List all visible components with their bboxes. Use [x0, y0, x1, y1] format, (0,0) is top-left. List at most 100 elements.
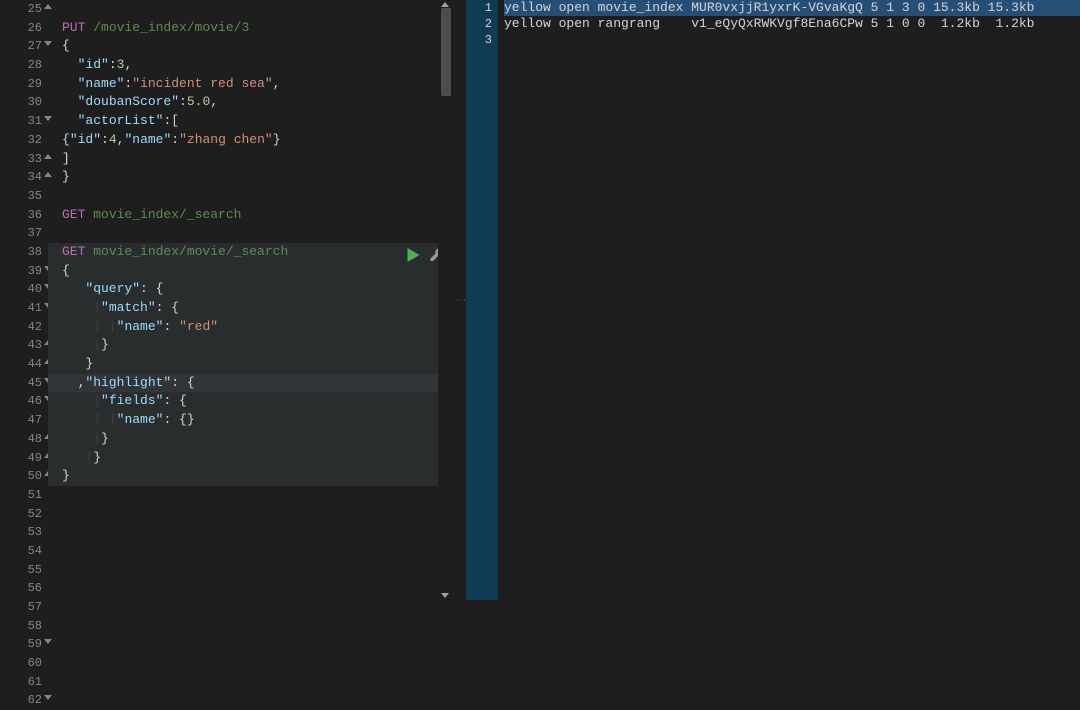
code-line[interactable] — [48, 542, 452, 561]
code-line[interactable]: "doubanScore":5.0, — [48, 93, 452, 112]
code-token: "id" — [70, 132, 101, 147]
line-number: 26 — [0, 19, 42, 38]
code-token: } — [101, 337, 109, 352]
code-token — [62, 76, 78, 91]
code-line[interactable]: |} — [48, 449, 452, 468]
code-editor[interactable]: PUT /movie_index/movie/3{ "id":3, "name"… — [48, 0, 452, 600]
code-token: "query" — [85, 281, 140, 296]
line-number: 28 — [0, 56, 42, 75]
code-line[interactable] — [48, 579, 452, 598]
line-number: 31 — [0, 112, 42, 131]
code-line[interactable]: GET movie_index/movie/_search — [48, 243, 452, 262]
output-line[interactable]: yellow open movie_index MUR0vxjjR1yxrK-V… — [504, 0, 1080, 16]
code-token: "red" — [179, 319, 218, 334]
code-token — [62, 431, 93, 446]
code-line[interactable]: { — [48, 262, 452, 281]
code-line[interactable]: "actorList":[ — [48, 112, 452, 131]
code-token: } — [273, 132, 281, 147]
code-line[interactable] — [48, 224, 452, 243]
scroll-down-icon[interactable] — [441, 593, 449, 598]
line-number: 51 — [0, 486, 42, 505]
code-token: "name" — [117, 319, 164, 334]
code-line[interactable]: } — [48, 355, 452, 374]
code-token — [62, 113, 78, 128]
code-line[interactable]: ] — [48, 150, 452, 169]
code-token — [62, 412, 93, 427]
code-line[interactable] — [48, 0, 452, 19]
code-line[interactable]: |"fields": { — [48, 392, 452, 411]
code-line[interactable]: "query": { — [48, 280, 452, 299]
code-token: "fields" — [101, 393, 163, 408]
code-token: : { — [171, 375, 194, 390]
code-line[interactable]: "id":3, — [48, 56, 452, 75]
line-number: 54 — [0, 542, 42, 561]
run-query-icon[interactable] — [407, 248, 420, 262]
output-line[interactable] — [504, 32, 1080, 48]
line-number: 29 — [0, 75, 42, 94]
drag-dots-icon: ⋮ — [457, 295, 461, 306]
line-number: 58 — [0, 617, 42, 636]
code-token — [62, 337, 93, 352]
code-token: { — [62, 132, 70, 147]
code-token: : { — [163, 393, 186, 408]
code-token: , — [273, 76, 281, 91]
line-number: 57 — [0, 598, 42, 617]
line-number: 33 — [0, 150, 42, 169]
code-token: GET — [62, 207, 93, 222]
line-number: 56 — [0, 579, 42, 598]
fold-open-icon[interactable] — [44, 639, 52, 644]
code-token: } — [93, 450, 101, 465]
code-token: } — [101, 431, 109, 446]
code-token — [62, 450, 85, 465]
code-token: "match" — [101, 300, 156, 315]
code-token: } — [62, 169, 70, 184]
code-token: 4 — [109, 132, 117, 147]
code-line[interactable]: | |"name": {} — [48, 411, 452, 430]
fold-open-icon[interactable] — [44, 695, 52, 700]
code-token: : — [101, 132, 109, 147]
code-token: | — [93, 319, 109, 334]
line-number: 62 — [0, 691, 42, 710]
code-token: "name" — [78, 76, 125, 91]
code-line[interactable] — [48, 561, 452, 580]
code-line[interactable]: PUT /movie_index/movie/3 — [48, 19, 452, 38]
code-line[interactable]: } — [48, 467, 452, 486]
code-line[interactable] — [48, 523, 452, 542]
code-line[interactable]: |} — [48, 336, 452, 355]
editor-left-pane: 2526272829303132333435363738394041424344… — [0, 0, 452, 600]
code-line[interactable]: |"match": { — [48, 299, 452, 318]
code-line[interactable]: |} — [48, 430, 452, 449]
code-line[interactable]: | |"name": "red" — [48, 318, 452, 337]
output-right-pane: 123 yellow open movie_index MUR0vxjjR1yx… — [466, 0, 1080, 600]
code-token — [62, 393, 93, 408]
code-token: } — [62, 356, 93, 371]
code-line[interactable] — [48, 505, 452, 524]
scroll-thumb[interactable] — [441, 8, 451, 96]
code-token: : — [163, 319, 179, 334]
scrollbar-vertical[interactable] — [438, 0, 452, 600]
code-token: PUT — [62, 20, 93, 35]
code-token: : — [171, 132, 179, 147]
code-line[interactable]: "name":"incident red sea", — [48, 75, 452, 94]
code-token: GET — [62, 244, 93, 259]
code-line[interactable] — [48, 486, 452, 505]
pane-divider[interactable]: ⋮ — [452, 0, 466, 600]
code-line[interactable]: {"id":4,"name":"zhang chen"} — [48, 131, 452, 150]
output-area[interactable]: yellow open movie_index MUR0vxjjR1yxrK-V… — [498, 0, 1080, 600]
code-token: ] — [62, 151, 70, 166]
output-line-gutter: 123 — [466, 0, 498, 600]
code-line[interactable]: ,"highlight": { — [48, 374, 452, 393]
code-line[interactable]: { — [48, 37, 452, 56]
line-number: 36 — [0, 206, 42, 225]
code-line[interactable]: } — [48, 168, 452, 187]
code-line[interactable]: GET movie_index/_search — [48, 206, 452, 225]
output-line[interactable]: yellow open rangrang v1_eQyQxRWKVgf8Ena6… — [504, 16, 1080, 32]
code-line[interactable] — [48, 187, 452, 206]
scroll-up-icon[interactable] — [441, 2, 449, 7]
line-number: 49 — [0, 449, 42, 468]
line-number: 59 — [0, 635, 42, 654]
line-number: 35 — [0, 187, 42, 206]
code-token: : — [109, 57, 117, 72]
code-token: :[ — [163, 113, 179, 128]
code-token: 5.0 — [187, 94, 210, 109]
